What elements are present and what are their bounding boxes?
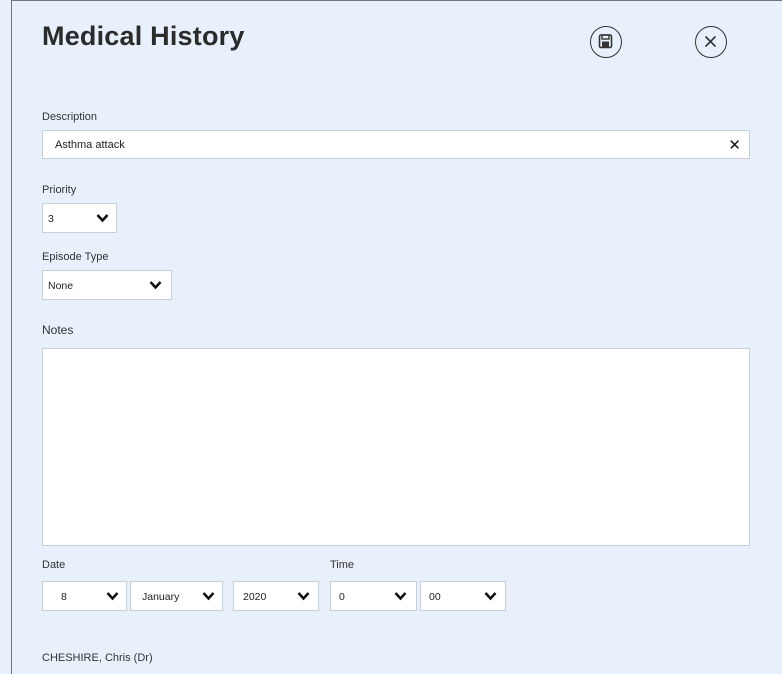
chevron-down-icon <box>484 592 497 601</box>
chevron-down-icon <box>149 281 162 290</box>
notes-textarea[interactable] <box>42 348 750 546</box>
priority-label: Priority <box>42 184 77 196</box>
save-icon <box>598 34 613 49</box>
date-day-select[interactable]: 8 <box>42 581 127 611</box>
description-value: Asthma attack <box>55 139 125 151</box>
priority-value: 3 <box>48 213 54 225</box>
episode-type-label: Episode Type <box>42 251 109 263</box>
description-field[interactable]: Asthma attack ✕ <box>42 130 750 159</box>
page-title: Medical History <box>42 21 245 51</box>
time-minute-value: 00 <box>429 591 441 603</box>
close-icon <box>704 35 717 48</box>
chevron-down-icon <box>106 592 119 601</box>
chevron-down-icon <box>96 214 109 223</box>
clear-description-icon[interactable]: ✕ <box>728 136 741 154</box>
time-minute-select[interactable]: 00 <box>420 581 506 611</box>
time-hour-select[interactable]: 0 <box>330 581 417 611</box>
time-label: Time <box>330 559 355 571</box>
medical-history-panel: Medical History Description Asthma attac… <box>11 0 782 674</box>
close-button[interactable] <box>695 26 727 58</box>
notes-label: Notes <box>42 323 74 337</box>
date-day-value: 8 <box>61 591 67 603</box>
date-year-value: 2020 <box>243 591 267 603</box>
episode-type-value: None <box>48 280 74 292</box>
author-name: CHESHIRE, Chris (Dr) <box>42 652 153 664</box>
date-month-select[interactable]: January <box>130 581 223 611</box>
date-year-select[interactable]: 2020 <box>233 581 319 611</box>
episode-type-select[interactable]: None <box>42 270 172 300</box>
priority-select[interactable]: 3 <box>42 203 117 233</box>
date-label: Date <box>42 559 66 571</box>
description-label: Description <box>42 111 98 123</box>
chevron-down-icon <box>394 592 407 601</box>
date-month-value: January <box>142 591 180 603</box>
chevron-down-icon <box>202 592 215 601</box>
chevron-down-icon <box>297 592 310 601</box>
save-button[interactable] <box>590 26 622 58</box>
time-hour-value: 0 <box>339 591 345 603</box>
